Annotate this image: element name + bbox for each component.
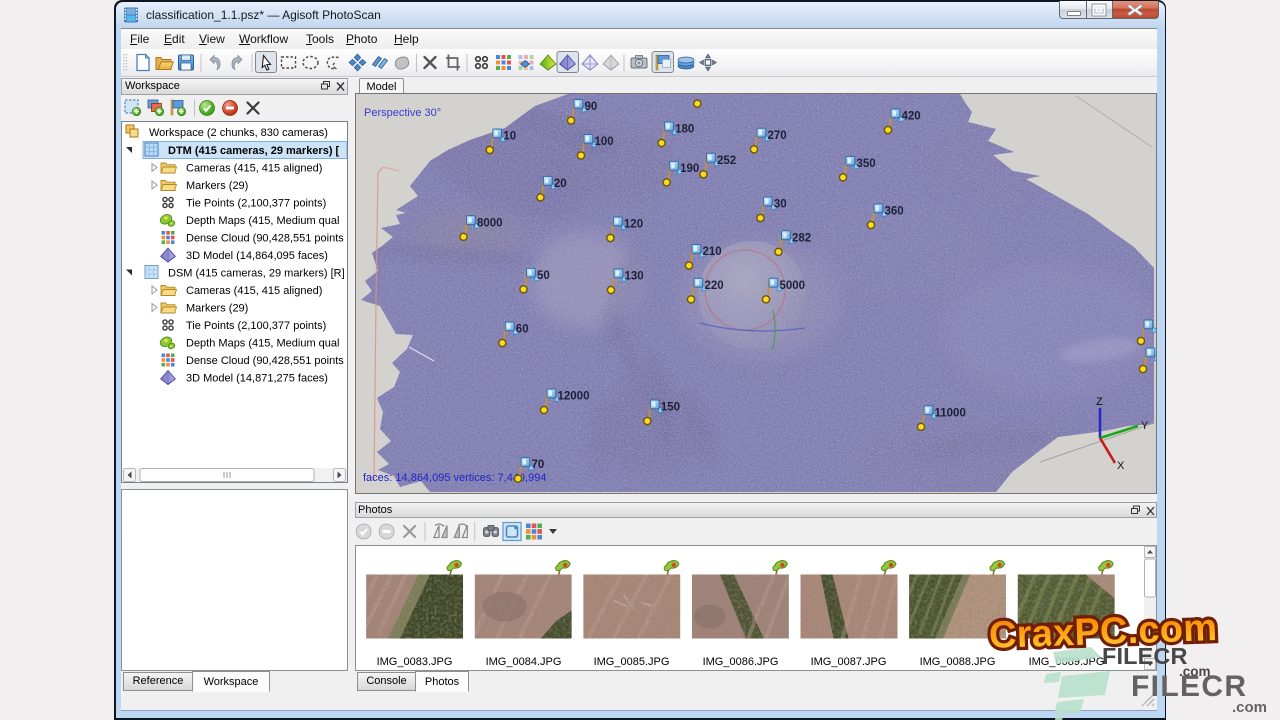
svg-text:12000: 12000	[558, 391, 590, 403]
svg-text:130: 130	[625, 271, 644, 283]
svg-text:10: 10	[503, 131, 516, 143]
svg-text:100: 100	[595, 136, 614, 148]
svg-text:120: 120	[624, 219, 643, 231]
svg-text:30: 30	[774, 199, 787, 211]
svg-text:Perspective 30°: Perspective 30°	[364, 107, 441, 119]
svg-text:282: 282	[792, 232, 811, 244]
svg-text:60: 60	[516, 324, 529, 336]
svg-text:Tie Points (2,100,377 points): Tie Points (2,100,377 points)	[186, 320, 326, 332]
svg-text:Depth Maps (415, Medium qual: Depth Maps (415, Medium qual	[186, 338, 339, 350]
svg-text:180: 180	[675, 124, 694, 136]
svg-text:270: 270	[768, 130, 787, 142]
svg-text:Z: Z	[1096, 396, 1103, 408]
svg-text:50: 50	[537, 270, 550, 282]
svg-text:360: 360	[885, 206, 904, 218]
svg-text:Tie Points (2,100,377 points): Tie Points (2,100,377 points)	[186, 198, 326, 210]
svg-text:Markers (29): Markers (29)	[186, 180, 248, 192]
svg-text:150: 150	[661, 402, 680, 414]
svg-text:220: 220	[705, 280, 724, 292]
svg-text:20: 20	[554, 178, 567, 190]
svg-text:11000: 11000	[935, 407, 966, 419]
svg-text:8000: 8000	[477, 217, 503, 229]
svg-text:FILECR: FILECR	[1131, 670, 1247, 703]
svg-text:Depth Maps (415, Medium qual: Depth Maps (415, Medium qual	[186, 215, 339, 227]
svg-text:Markers (29): Markers (29)	[186, 303, 248, 315]
svg-text:70: 70	[532, 459, 545, 471]
svg-text:90: 90	[585, 101, 598, 113]
svg-text:252: 252	[717, 155, 736, 167]
svg-text:210: 210	[703, 246, 722, 258]
svg-text:CraxPC.com: CraxPC.com	[988, 607, 1216, 657]
svg-text:3D Model (14,871,275 faces): 3D Model (14,871,275 faces)	[186, 373, 328, 385]
svg-text:350: 350	[857, 158, 876, 170]
svg-text:Workspace (2 chunks, 830 camer: Workspace (2 chunks, 830 cameras)	[149, 127, 328, 139]
svg-text:DTM (415 cameras, 29 markers): DTM (415 cameras, 29 markers) [	[168, 145, 340, 157]
svg-text:Y: Y	[1141, 420, 1149, 432]
svg-text:Cameras (415, 415 aligned): Cameras (415, 415 aligned)	[186, 163, 322, 175]
svg-text:190: 190	[680, 163, 699, 175]
svg-text:5000: 5000	[780, 280, 806, 292]
svg-text:Dense Cloud (90,428,551 points: Dense Cloud (90,428,551 points	[186, 233, 344, 245]
svg-text:3D Model (14,864,095 faces): 3D Model (14,864,095 faces)	[186, 250, 328, 262]
svg-text:DSM (415 cameras, 29 markers): DSM (415 cameras, 29 markers) [R]	[168, 268, 345, 280]
svg-text:X: X	[1117, 460, 1125, 472]
svg-text:.com: .com	[1232, 699, 1267, 716]
svg-text:Cameras (415, 415 aligned): Cameras (415, 415 aligned)	[186, 285, 322, 297]
svg-text:Dense Cloud (90,428,551 points: Dense Cloud (90,428,551 points	[186, 355, 344, 367]
svg-text:420: 420	[902, 111, 921, 123]
